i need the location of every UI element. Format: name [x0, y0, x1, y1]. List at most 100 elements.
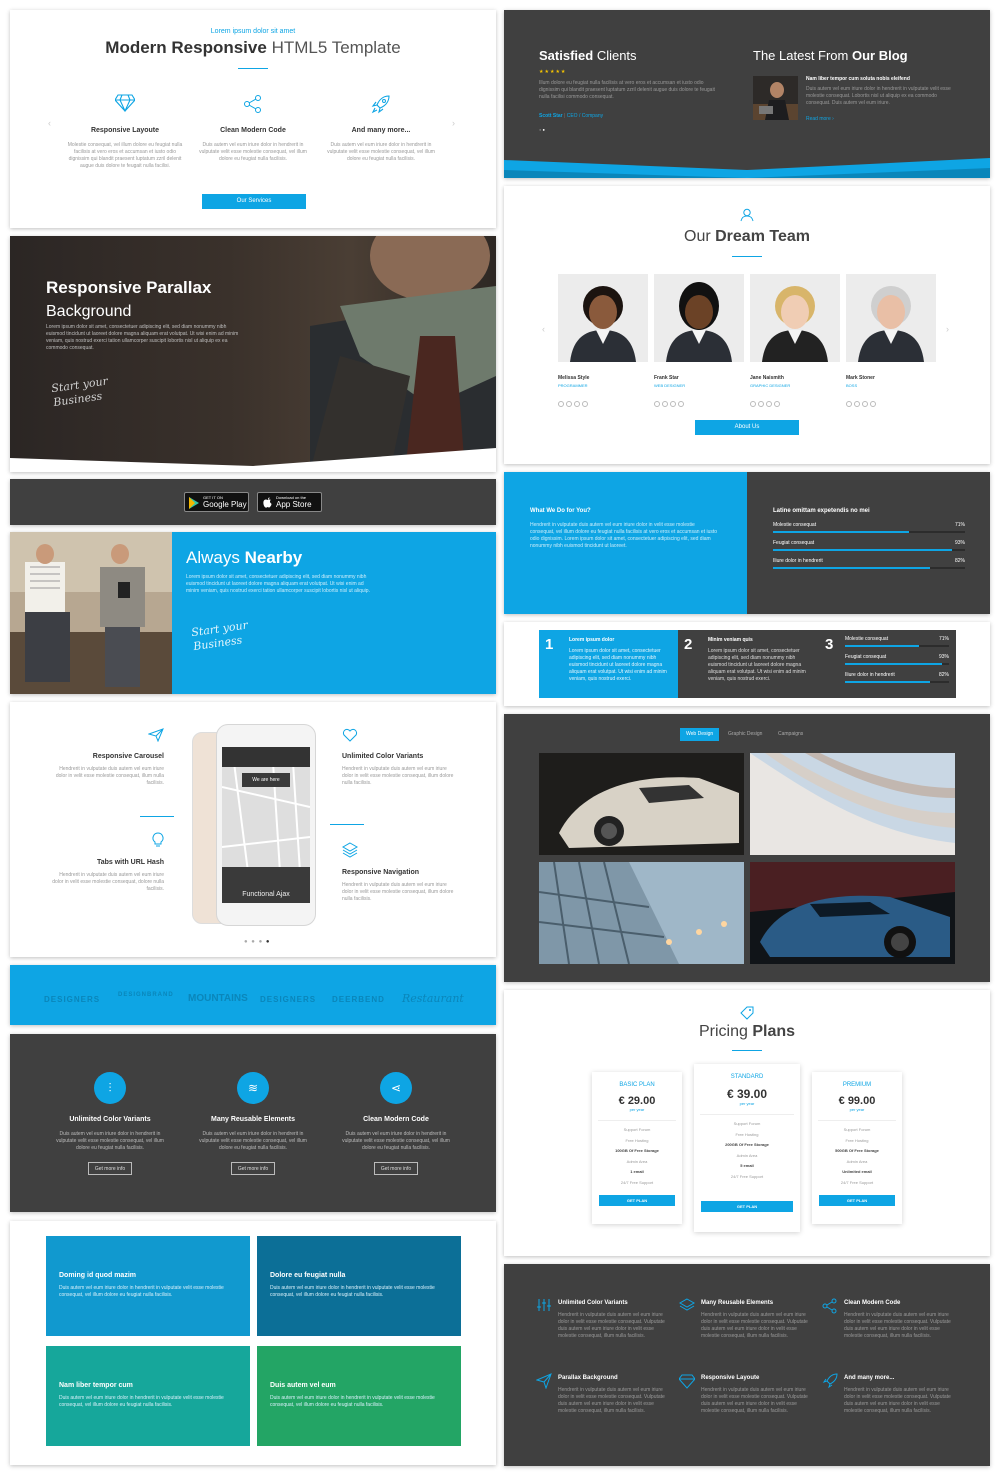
parallax-background-image	[310, 236, 496, 472]
parallax-title-light: Background	[46, 303, 132, 320]
tab-campaigns[interactable]: Campaigns	[774, 728, 807, 741]
tile-text: Duis autem vel eum iriure dolor in hendr…	[270, 1285, 435, 1298]
tile-card[interactable]: Dolore eu feugiat nulla Duis autem vel e…	[257, 1236, 461, 1336]
facebook-icon[interactable]	[846, 401, 852, 407]
clients-blog-section: Satisfied Clients ★★★★★ Illum dolore eu …	[504, 10, 990, 178]
portfolio-image-sportscar[interactable]	[750, 862, 955, 964]
get-more-info-button[interactable]: Get more info	[231, 1162, 275, 1175]
get-plan-button[interactable]: GET PLAN	[701, 1201, 793, 1212]
plan-feature: Free Hosting	[735, 1131, 759, 1137]
get-plan-button[interactable]: GET PLAN	[599, 1195, 675, 1206]
parallax-text: Lorem ipsum dolor sit amet, consectetuer…	[46, 324, 239, 351]
plan-price: € 29.00	[618, 1095, 656, 1107]
about-us-button[interactable]: About Us	[695, 420, 799, 435]
logo-item: MOUNTAINS	[188, 993, 248, 1004]
carousel-dots[interactable]: ● ● ● ●	[244, 939, 271, 945]
twitter-icon[interactable]	[854, 401, 860, 407]
linkedin-icon[interactable]	[774, 401, 780, 407]
plan-feature: 5 email	[740, 1163, 754, 1168]
tab-web-design[interactable]: Web Design	[680, 728, 720, 741]
phone-feature-left: Tabs with URL Hash Hendrerit in vulputat…	[50, 832, 164, 893]
google-plus-icon[interactable]	[862, 401, 868, 407]
step-number: 2	[684, 636, 693, 653]
paper-plane-icon	[536, 1373, 552, 1389]
feature-grid-text: Hendrerit in vulputate duis autem vel eu…	[701, 1387, 808, 1414]
blog-thumbnail[interactable]	[753, 76, 798, 120]
phone-feature-right: Unlimited Color Variants Hendrerit in vu…	[342, 728, 456, 787]
get-plan-button[interactable]: GET PLAN	[819, 1195, 895, 1206]
phone-feature-right: Responsive Navigation Hendrerit in vulpu…	[341, 842, 456, 903]
twitter-icon[interactable]	[662, 401, 668, 407]
team-member-photo	[846, 274, 936, 362]
plan-name: BASIC PLAN	[619, 1082, 655, 1088]
feature-grid-item: And many more... Hendrerit in vulputate d…	[822, 1373, 958, 1443]
testimonial-dots[interactable]: ● ●	[539, 127, 545, 132]
portfolio-image-building[interactable]	[539, 862, 744, 964]
tile-title: Dolore eu feugiat nulla	[270, 1272, 346, 1279]
our-services-button[interactable]: Our Services	[202, 194, 306, 209]
team-member-photo	[750, 274, 840, 362]
facebook-icon[interactable]	[558, 401, 564, 407]
feature-grid-item: Responsive Layoute Hendrerit in vulputate…	[679, 1373, 815, 1443]
tile-card[interactable]: Doming id quod mazim Duis autem vel eum …	[46, 1236, 250, 1336]
team-member-card[interactable]: Jane Naismith GRAPHIC DESIGNER	[750, 274, 840, 407]
step-card: 3 Molestie consequat 71% Feugiat consequat…	[817, 630, 956, 698]
blog-post-text: Duis autem vel eum iriure dolor in hendr…	[806, 86, 951, 106]
phone-feature-title: Unlimited Color Variants	[342, 753, 424, 760]
plan-feature: Admin Area	[846, 1158, 868, 1164]
google-plus-icon[interactable]	[670, 401, 676, 407]
get-more-info-button[interactable]: Get more info	[88, 1162, 132, 1175]
tile-text: Duis autem vel eum iriure dolor in hendr…	[59, 1285, 224, 1298]
plan-period: per year	[849, 1107, 865, 1112]
plan-feature: Admin Area	[736, 1152, 758, 1158]
team-next-icon[interactable]: ›	[946, 324, 949, 334]
linkedin-icon[interactable]	[870, 401, 876, 407]
app-store-button[interactable]: Download on the App Store	[257, 492, 322, 512]
google-play-button[interactable]: GET IT ON Google Play	[184, 492, 249, 512]
google-plus-icon[interactable]	[574, 401, 580, 407]
get-more-info-button[interactable]: Get more info	[374, 1162, 418, 1175]
phone-divider-right	[330, 824, 364, 825]
plan-period: per year	[629, 1107, 645, 1112]
skill-percent: 71%	[954, 522, 965, 528]
clients-title-light: Clients	[596, 48, 637, 63]
team-member-name: Melissa Style	[558, 375, 590, 381]
hero-title-light: HTML5 Template	[271, 38, 401, 57]
dark-feature-title: Unlimited Color Variants	[69, 1116, 151, 1123]
carousel-next-icon[interactable]: ›	[452, 118, 455, 128]
team-member-card[interactable]: Frank Star WEB DESIGNER	[654, 274, 744, 407]
skill-label: Iliure dolor in hendrerit	[773, 558, 823, 564]
portfolio-image-architecture[interactable]	[750, 753, 955, 855]
steps-section: 1 Lorem ipsum dolor Lorem ipsum dolor si…	[504, 622, 990, 706]
portfolio-image-car[interactable]	[539, 753, 744, 855]
skill-bar	[773, 531, 965, 533]
team-member-card[interactable]: Melissa Style PROGRAMMER	[558, 274, 648, 407]
nearby-title-light: Always	[186, 548, 240, 567]
portfolio-section: Web Design Graphic Design Campaigns	[504, 714, 990, 982]
dark-features-section: ⫶ Unlimited Color Variants Duis autem ve…	[10, 1034, 496, 1212]
linkedin-icon[interactable]	[582, 401, 588, 407]
team-member-card[interactable]: Mark Stoner BOSS	[846, 274, 936, 407]
twitter-icon[interactable]	[566, 401, 572, 407]
team-prev-icon[interactable]: ‹	[542, 324, 545, 334]
tab-graphic-design[interactable]: Graphic Design	[724, 728, 766, 741]
feature-grid-item: Parallax Background Hendrerit in vulputat…	[536, 1373, 672, 1443]
twitter-icon[interactable]	[758, 401, 764, 407]
carousel-prev-icon[interactable]: ‹	[48, 118, 51, 128]
step-card: 1 Lorem ipsum dolor Lorem ipsum dolor si…	[539, 630, 678, 698]
pricing-card: PREMIUM € 99.00 per year Support Forum Free …	[812, 1072, 902, 1224]
skill-label: Feugiat consequat	[773, 540, 815, 546]
plan-feature: Support Forum	[733, 1121, 761, 1126]
google-plus-icon[interactable]	[766, 401, 772, 407]
read-more-link[interactable]: Read more ›	[806, 116, 834, 122]
skill-bar-fill	[773, 567, 931, 569]
facebook-icon[interactable]	[654, 401, 660, 407]
plan-name: PREMIUM	[842, 1082, 872, 1088]
always-nearby-section: Always Nearby Lorem ipsum dolor sit amet…	[10, 532, 496, 694]
diamond-icon	[114, 94, 136, 113]
tile-card[interactable]: Nam liber tempor cum Duis autem vel eum …	[46, 1346, 250, 1446]
tile-card[interactable]: Duis autem vel eum Duis autem vel eum ir…	[257, 1346, 461, 1446]
facebook-icon[interactable]	[750, 401, 756, 407]
linkedin-icon[interactable]	[678, 401, 684, 407]
blog-post-title[interactable]: Nam liber tempor cum soluta nobis eleife…	[806, 76, 910, 82]
